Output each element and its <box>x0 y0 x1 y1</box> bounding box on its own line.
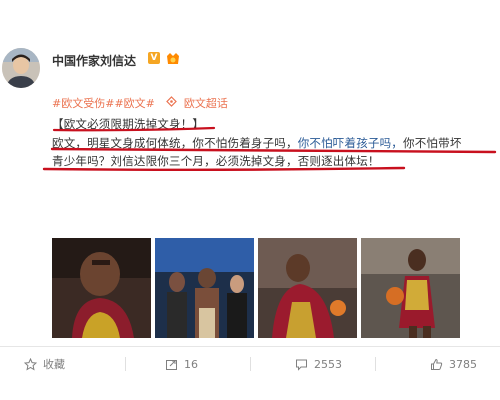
author-name[interactable]: 中国作家刘信达 <box>52 52 136 69</box>
star-icon <box>24 357 37 371</box>
photo-thumbnail[interactable] <box>258 238 357 338</box>
hashtag-row: #欧文受伤##欧文# 欧文超话 <box>52 95 228 111</box>
like-count: 3785 <box>449 357 477 371</box>
action-bar: 收藏 16 2553 3785 <box>0 346 500 381</box>
comment-button[interactable]: 2553 <box>295 347 342 381</box>
like-button[interactable]: 3785 <box>430 347 477 381</box>
comment-icon <box>296 359 307 371</box>
avatar[interactable] <box>2 48 40 88</box>
divider <box>125 357 126 371</box>
divider <box>375 357 376 371</box>
weibo-post: 中国作家刘信达 V #欧文受伤##欧文# 欧文超话 【欧文必须限期洗掉文身！】 … <box>0 0 500 400</box>
photo-thumbnail[interactable] <box>155 238 254 338</box>
post-text-line-2: 欧文，明星文身成何体统，你不怕伤着身子吗，你不怕吓着孩子吗，你不怕带坏 <box>52 135 462 151</box>
comment-count: 2553 <box>314 357 342 371</box>
super-topic-icon <box>166 96 178 107</box>
member-badge-icon <box>165 51 181 65</box>
repost-icon <box>166 359 177 370</box>
post-headline: 【欧文必须限期洗掉文身！】 <box>52 117 205 131</box>
post-text-segment: 你不怕吓着孩子吗， <box>297 136 404 150</box>
like-icon <box>431 358 443 370</box>
topic-link-injury[interactable]: #欧文受伤# <box>52 95 114 111</box>
super-topic-label: 欧文超话 <box>183 97 228 110</box>
repost-count: 16 <box>184 357 198 371</box>
verified-icon: V <box>148 52 160 64</box>
favorite-button[interactable]: 收藏 <box>24 347 65 381</box>
photo-thumbnail[interactable] <box>361 238 460 338</box>
topic-link-irving[interactable]: #欧文# <box>114 95 154 111</box>
repost-button[interactable]: 16 <box>165 347 198 381</box>
post-text-segment: 欧文，明星文身成何体统，你不怕伤着身子吗， <box>52 136 298 150</box>
post-text-line-3: 青少年吗？刘信达限你三个月，必须洗掉文身，否则逐出体坛！ <box>52 154 380 168</box>
divider <box>250 357 251 371</box>
photo-thumbnail[interactable] <box>52 238 151 338</box>
super-topic-link[interactable]: 欧文超话 <box>166 95 228 111</box>
favorite-label: 收藏 <box>43 358 65 371</box>
post-text-segment: 你不怕带坏 <box>403 136 462 150</box>
